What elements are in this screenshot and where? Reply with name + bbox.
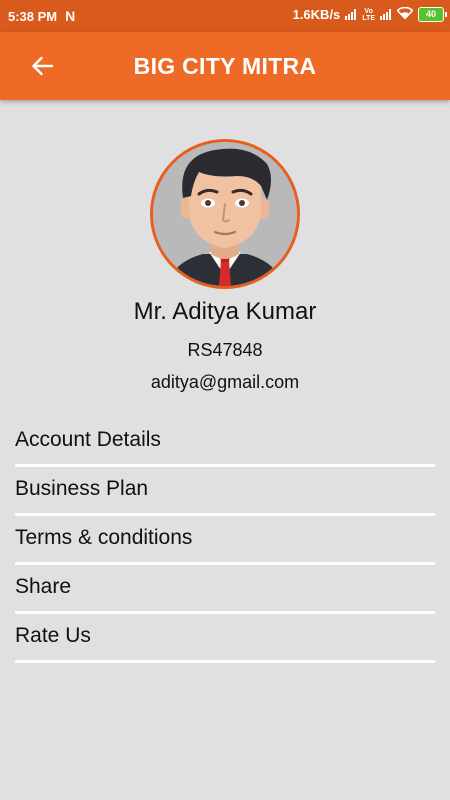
- menu-item-label: Share: [15, 575, 72, 598]
- profile-email: aditya@gmail.com: [150, 372, 300, 392]
- avatar: [150, 139, 300, 289]
- network-speed: 1.6KB/s: [292, 7, 341, 22]
- signal-icon: [345, 9, 357, 20]
- menu-item-rate-us[interactable]: Rate Us: [15, 614, 435, 663]
- menu-item-terms-conditions[interactable]: Terms & conditions: [15, 516, 435, 565]
- app-title: BIG CITY MITRA: [133, 53, 317, 79]
- avatar-image: [153, 142, 297, 286]
- back-button[interactable]: [22, 48, 62, 84]
- menu-item-label: Terms & conditions: [15, 526, 193, 549]
- signal-icon-2: [380, 9, 392, 20]
- volte-icon: Vo LTE: [362, 8, 375, 22]
- app-bar: BIG CITY MITRA: [0, 32, 450, 100]
- menu-item-label: Account Details: [15, 428, 161, 451]
- status-time: 5:38 PM: [8, 8, 58, 24]
- wifi-icon: [396, 6, 414, 22]
- profile-id: RS47848: [187, 340, 263, 360]
- volte-line-2: LTE: [362, 14, 375, 22]
- arrow-left-icon: [32, 56, 53, 76]
- menu-item-label: Business Plan: [15, 477, 149, 500]
- profile-name: Mr. Aditya Kumar: [133, 298, 317, 325]
- menu-item-share[interactable]: Share: [15, 565, 435, 614]
- menu-item-account-details[interactable]: Account Details: [15, 418, 435, 467]
- menu-item-label: Rate Us: [15, 624, 91, 647]
- profile-menu: Account Details Business Plan Terms & co…: [15, 418, 435, 663]
- volte-line-1: Vo: [364, 7, 373, 15]
- status-left: 5:38 PM N: [8, 8, 75, 24]
- status-right: 1.6KB/s Vo LTE 40: [288, 6, 447, 22]
- menu-item-business-plan[interactable]: Business Plan: [15, 467, 435, 516]
- status-bar: 5:38 PM N 1.6KB/s Vo LTE 40: [0, 0, 450, 32]
- battery-icon: 40: [418, 7, 447, 22]
- notification-icon: N: [65, 8, 76, 24]
